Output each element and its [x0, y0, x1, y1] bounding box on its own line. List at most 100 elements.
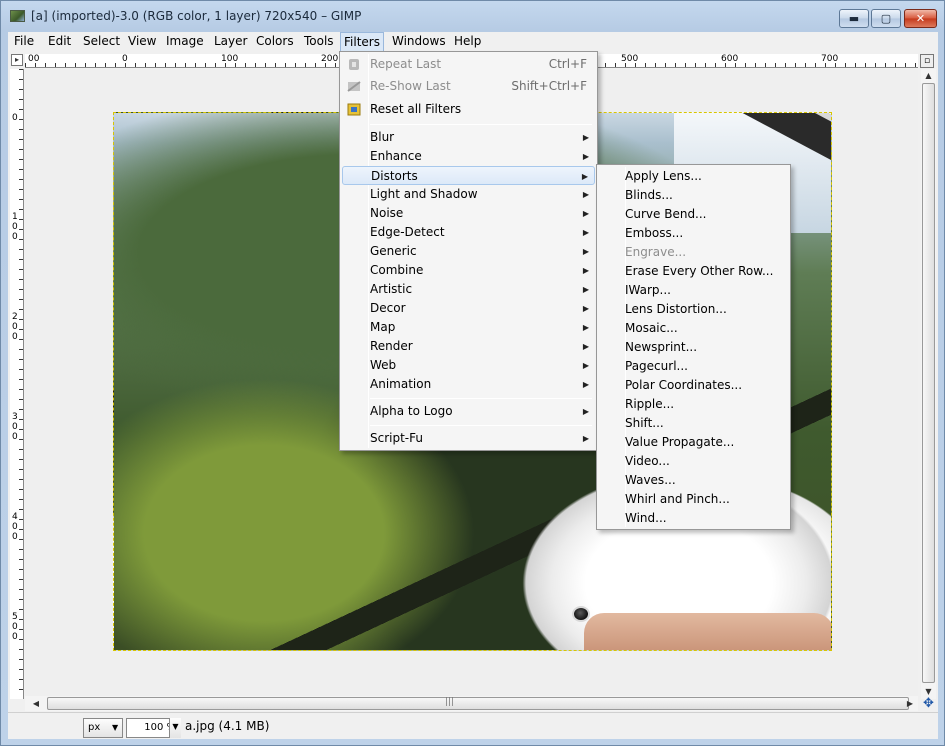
ruler-tick [19, 309, 23, 310]
ruler-tick [19, 389, 23, 390]
ruler-tick [19, 219, 23, 220]
menu-item-combine[interactable]: Combine ▶ [342, 261, 595, 280]
menu-item-noise[interactable]: Noise ▶ [342, 204, 595, 223]
menu-item-decor[interactable]: Decor ▶ [342, 299, 595, 318]
image-arm [584, 613, 831, 650]
ruler-tick [175, 63, 176, 67]
menu-item-blur[interactable]: Blur ▶ [342, 128, 595, 147]
ruler-tick [19, 119, 23, 120]
ruler-tick [19, 469, 23, 470]
menu-item-waves[interactable]: Waves... [599, 471, 788, 490]
chevron-down-icon[interactable]: ▼ [112, 718, 118, 738]
menu-item-ripple[interactable]: Ripple... [599, 395, 788, 414]
ruler-tick [755, 63, 756, 67]
menu-windows[interactable]: Windows [389, 32, 449, 52]
menu-colors[interactable]: Colors [253, 32, 297, 52]
scroll-up-icon[interactable]: ▲ [921, 69, 936, 83]
title-bar[interactable]: [a] (imported)-3.0 (RGB color, 1 layer) … [1, 1, 944, 31]
ruler-tick [75, 63, 76, 67]
menu-item-pagecurl[interactable]: Pagecurl... [599, 357, 788, 376]
menu-item-value-propagate[interactable]: Value Propagate... [599, 433, 788, 452]
menu-item-reshow-last[interactable]: Re-Show Last Shift+Ctrl+F [342, 77, 595, 96]
menu-select[interactable]: Select [80, 32, 123, 52]
menu-item-iwarp[interactable]: IWarp... [599, 281, 788, 300]
menu-item-web[interactable]: Web ▶ [342, 356, 595, 375]
submenu-arrow-icon: ▶ [582, 266, 589, 275]
menu-item-apply-lens[interactable]: Apply Lens... [599, 167, 788, 186]
menu-item-repeat-last[interactable]: Repeat Last Ctrl+F [342, 55, 595, 74]
menu-image[interactable]: Image [163, 32, 207, 52]
submenu-arrow-icon: ▶ [582, 342, 589, 351]
minimize-button[interactable]: ▬ [839, 9, 869, 28]
menu-item-lens-distortion[interactable]: Lens Distortion... [599, 300, 788, 319]
menu-item-emboss[interactable]: Emboss... [599, 224, 788, 243]
ruler-tick [155, 63, 156, 67]
menu-item-enhance[interactable]: Enhance ▶ [342, 147, 595, 166]
maximize-button[interactable]: ▢ [871, 9, 901, 28]
menu-item-mosaic[interactable]: Mosaic... [599, 319, 788, 338]
menu-item-generic[interactable]: Generic ▶ [342, 242, 595, 261]
quick-mask-toggle[interactable]: ▫ [920, 54, 934, 68]
ruler-label: 300 [12, 412, 18, 442]
menu-item-animation[interactable]: Animation ▶ [342, 375, 595, 394]
scroll-right-icon[interactable]: ▶ [903, 696, 917, 711]
ruler-tick [855, 63, 856, 67]
menu-item-alpha-to-logo[interactable]: Alpha to Logo ▶ [342, 402, 595, 421]
menu-item-map[interactable]: Map ▶ [342, 318, 595, 337]
ruler-tick [19, 619, 23, 620]
ruler-tick [19, 129, 23, 130]
ruler-tick [825, 63, 826, 67]
ruler-tick [19, 179, 23, 180]
menu-item-script-fu[interactable]: Script-Fu ▶ [342, 429, 595, 448]
menu-tools[interactable]: Tools [301, 32, 337, 52]
ruler-tick [19, 569, 23, 570]
menu-item-blinds[interactable]: Blinds... [599, 186, 788, 205]
menu-item-edge-detect[interactable]: Edge-Detect ▶ [342, 223, 595, 242]
menu-file[interactable]: File [11, 32, 37, 52]
reset-icon [347, 103, 361, 116]
vertical-scrollbar[interactable]: ▲ ▼ [921, 69, 936, 699]
menu-item-engrave[interactable]: Engrave... [599, 243, 788, 262]
horizontal-scrollbar[interactable]: ◀ ||| ▶ [25, 696, 918, 711]
menu-item-polar-coordinates[interactable]: Polar Coordinates... [599, 376, 788, 395]
menu-item-shift[interactable]: Shift... [599, 414, 788, 433]
ruler-tick [695, 63, 696, 67]
navigate-icon[interactable]: ✥ [921, 696, 936, 711]
menu-item-video[interactable]: Video... [599, 452, 788, 471]
menu-item-curve-bend[interactable]: Curve Bend... [599, 205, 788, 224]
menu-item-artistic[interactable]: Artistic ▶ [342, 280, 595, 299]
ruler-tick [35, 63, 36, 67]
scroll-left-icon[interactable]: ◀ [29, 696, 43, 711]
menu-item-light-and-shadow[interactable]: Light and Shadow ▶ [342, 185, 595, 204]
menu-arrow-icon[interactable]: ▸ [11, 54, 23, 66]
menu-edit[interactable]: Edit [45, 32, 74, 52]
ruler-tick [105, 63, 106, 67]
menu-item-whirl-and-pinch[interactable]: Whirl and Pinch... [599, 490, 788, 509]
ruler-tick [19, 539, 23, 540]
ruler-tick [19, 249, 23, 250]
menu-item-wind[interactable]: Wind... [599, 509, 788, 528]
ruler-tick [19, 239, 23, 240]
menu-layer[interactable]: Layer [211, 32, 250, 52]
menu-item-reset-all-filters[interactable]: Reset all Filters [342, 100, 595, 119]
menu-filters[interactable]: Filters [340, 32, 384, 52]
submenu-arrow-icon: ▶ [582, 228, 589, 237]
menu-view[interactable]: View [125, 32, 159, 52]
ruler-tick [19, 519, 23, 520]
menu-item-distorts[interactable]: Distorts ▶ [342, 166, 595, 185]
vertical-scroll-thumb[interactable] [922, 83, 935, 683]
ruler-tick [19, 399, 23, 400]
ruler-tick [19, 109, 23, 110]
close-button[interactable]: ✕ [904, 9, 937, 28]
ruler-tick [19, 139, 23, 140]
ruler-tick [19, 509, 23, 510]
ruler-tick [735, 63, 736, 67]
menu-item-render[interactable]: Render ▶ [342, 337, 595, 356]
menu-item-newsprint[interactable]: Newsprint... [599, 338, 788, 357]
menu-item-erase-every-other-row[interactable]: Erase Every Other Row... [599, 262, 788, 281]
ruler-tick [335, 63, 336, 67]
ruler-label: 0 [12, 113, 18, 123]
horizontal-scroll-thumb[interactable] [47, 697, 909, 710]
zoom-dropdown-icon[interactable]: ▼ [169, 718, 181, 738]
menu-help[interactable]: Help [451, 32, 484, 52]
